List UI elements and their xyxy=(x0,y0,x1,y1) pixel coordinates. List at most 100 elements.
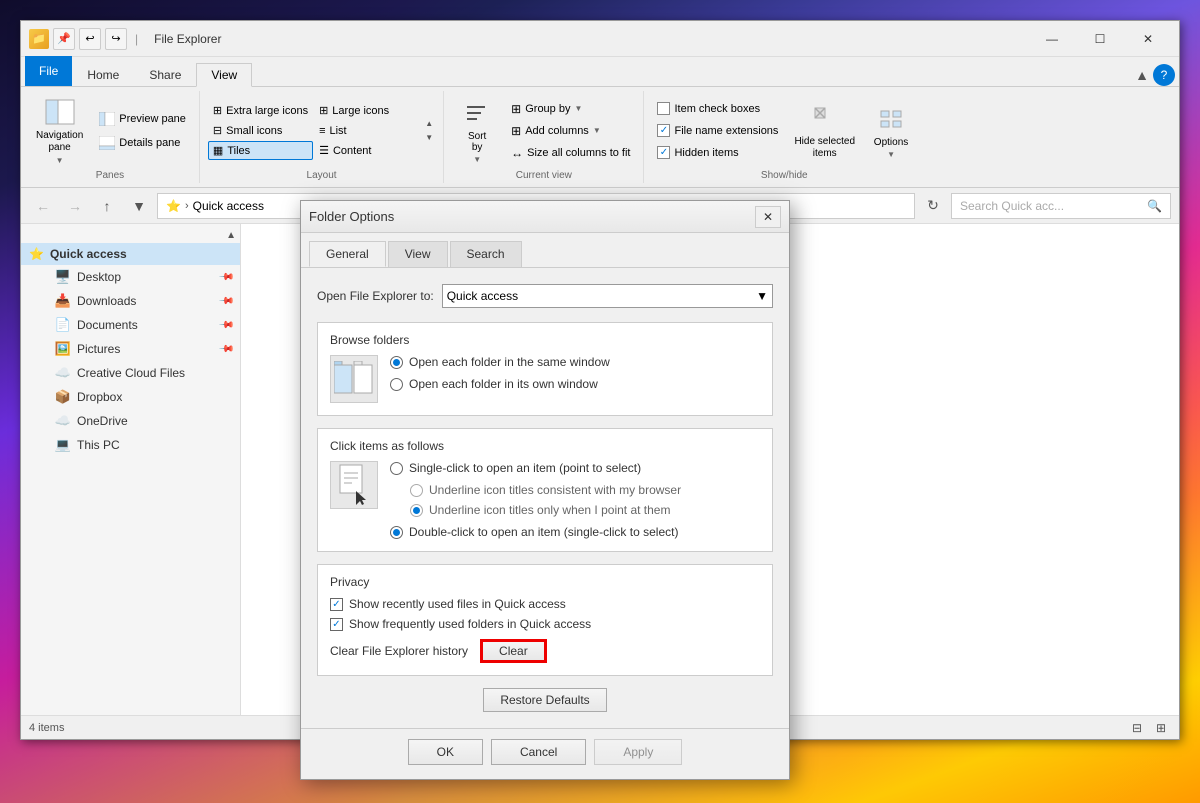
frequent-folders-checkbox[interactable] xyxy=(330,618,343,631)
hidden-items-checkbox xyxy=(657,146,670,159)
details-pane-btn[interactable]: Details pane xyxy=(94,132,185,154)
up-btn[interactable]: ↑ xyxy=(93,192,121,220)
double-click-option[interactable]: Double-click to open an item (single-cli… xyxy=(390,525,681,539)
browse-same-window-option[interactable]: Open each folder in the same window xyxy=(390,355,610,369)
browse-own-radio[interactable] xyxy=(390,378,403,391)
recent-btn[interactable]: ▼ xyxy=(125,192,153,220)
window-title: File Explorer xyxy=(154,32,221,46)
search-bar[interactable]: Search Quick acc... 🔍 xyxy=(951,193,1171,219)
pictures-pin: 📌 xyxy=(217,341,234,358)
list-icon: ≡ xyxy=(319,125,325,137)
list-btn[interactable]: ≡ List xyxy=(314,121,419,140)
small-icons-btn[interactable]: ⊟ Small icons xyxy=(208,121,313,140)
extra-large-icons-btn[interactable]: ⊞ Extra large icons xyxy=(208,101,313,120)
address-path: Quick access xyxy=(193,199,264,213)
sort-by-btn[interactable]: Sortby ▼ xyxy=(452,92,502,169)
minimize-button[interactable]: — xyxy=(1029,24,1075,54)
file-name-ext-checkbox xyxy=(657,124,670,137)
open-explorer-select[interactable]: Quick access ▼ xyxy=(442,284,773,308)
hide-selected-btn[interactable]: Hide selecteditems xyxy=(787,97,862,165)
tab-home[interactable]: Home xyxy=(72,63,134,87)
sidebar-item-onedrive[interactable]: ☁️ OneDrive xyxy=(21,409,240,433)
downloads-pin: 📌 xyxy=(217,293,234,310)
single-click-radio[interactable] xyxy=(390,462,403,475)
title-bar: 📁 📌 ↩ ↪ | File Explorer — ☐ ✕ xyxy=(21,21,1179,57)
ribbon-tabs: File Home Share View ▲ ? xyxy=(21,57,1179,87)
size-all-columns-btn[interactable]: ↔ Size all columns to fit xyxy=(506,143,635,163)
group-by-btn[interactable]: ⊞ Group by ▼ xyxy=(506,99,635,119)
preview-pane-label: Preview pane xyxy=(119,113,186,125)
tab-share[interactable]: Share xyxy=(134,63,196,87)
navigation-pane-btn[interactable]: Navigationpane ▼ xyxy=(29,91,90,170)
back-btn[interactable]: ← xyxy=(29,192,57,220)
recent-files-checkbox[interactable] xyxy=(330,598,343,611)
content-btn[interactable]: ☰ Content xyxy=(314,141,419,160)
sidebar-item-this-pc[interactable]: 💻 This PC xyxy=(21,433,240,457)
browse-same-radio[interactable] xyxy=(390,356,403,369)
add-columns-btn[interactable]: ⊞ Add columns ▼ xyxy=(506,121,635,141)
large-icons-view-btn[interactable]: ⊞ xyxy=(1151,718,1171,738)
apply-btn[interactable]: Apply xyxy=(594,739,682,765)
creative-cloud-icon: ☁️ xyxy=(55,365,71,381)
sidebar-item-creative-cloud[interactable]: ☁️ Creative Cloud Files xyxy=(21,361,240,385)
clear-btn[interactable]: Clear xyxy=(480,639,547,663)
sidebar-item-documents[interactable]: 📄 Documents 📌 xyxy=(21,313,240,337)
single-click-option[interactable]: Single-click to open an item (point to s… xyxy=(390,461,681,475)
dialog-tab-view[interactable]: View xyxy=(388,241,448,267)
creative-cloud-label: Creative Cloud Files xyxy=(77,366,185,380)
file-name-extensions-btn[interactable]: File name extensions xyxy=(652,121,783,140)
sidebar-item-pictures[interactable]: 🖼️ Pictures 📌 xyxy=(21,337,240,361)
underline-browser-radio[interactable] xyxy=(410,484,423,497)
underline-point-option[interactable]: Underline icon titles only when I point … xyxy=(410,503,681,517)
dialog-tab-search[interactable]: Search xyxy=(450,241,522,267)
tab-file[interactable]: File xyxy=(25,56,72,86)
ribbon-collapse-btn[interactable]: ▲ xyxy=(1135,67,1149,83)
options-btn[interactable]: Options ▼ xyxy=(866,98,916,164)
underline-browser-option[interactable]: Underline icon titles consistent with my… xyxy=(410,483,681,497)
layout-scroll-up[interactable]: ▲ xyxy=(425,117,433,131)
layout-scroll-down[interactable]: ▼ xyxy=(425,131,433,145)
show-hide-label: Show/hide xyxy=(761,170,808,183)
restore-defaults-btn[interactable]: Restore Defaults xyxy=(483,688,606,712)
close-button[interactable]: ✕ xyxy=(1125,24,1171,54)
preview-pane-btn[interactable]: Preview pane xyxy=(94,108,191,130)
layout-label: Layout xyxy=(307,170,337,183)
large-icons-btn[interactable]: ⊞ Large icons xyxy=(314,101,419,120)
details-view-btn[interactable]: ⊟ xyxy=(1127,718,1147,738)
show-hide-content: Item check boxes File name extensions Hi… xyxy=(652,91,916,170)
underline-point-radio[interactable] xyxy=(410,504,423,517)
sidebar-item-dropbox[interactable]: 📦 Dropbox xyxy=(21,385,240,409)
dialog-close-btn[interactable]: ✕ xyxy=(755,206,781,228)
ok-btn[interactable]: OK xyxy=(408,739,483,765)
options-icon xyxy=(875,103,907,135)
redo-tb-btn[interactable]: ↪ xyxy=(105,28,127,50)
refresh-btn[interactable]: ↻ xyxy=(919,192,947,220)
quick-access-label: Quick access xyxy=(50,247,127,261)
cancel-btn[interactable]: Cancel xyxy=(491,739,586,765)
this-pc-label: This PC xyxy=(77,438,120,452)
click-options: Single-click to open an item (point to s… xyxy=(390,461,681,539)
click-items-content: Single-click to open an item (point to s… xyxy=(330,461,760,539)
panes-label: Panes xyxy=(96,170,124,183)
sidebar-collapse-btn[interactable]: ▲ xyxy=(226,230,236,241)
forward-btn[interactable]: → xyxy=(61,192,89,220)
maximize-button[interactable]: ☐ xyxy=(1077,24,1123,54)
tiles-btn[interactable]: ▦ Tiles xyxy=(208,141,313,160)
tab-view[interactable]: View xyxy=(196,63,252,87)
sidebar-item-quick-access[interactable]: ⭐ Quick access xyxy=(21,243,240,265)
item-checkboxes-btn[interactable]: Item check boxes xyxy=(652,99,783,118)
dialog-tab-general[interactable]: General xyxy=(309,241,386,267)
browse-own-window-option[interactable]: Open each folder in its own window xyxy=(390,377,610,391)
add-columns-icon: ⊞ xyxy=(511,124,521,138)
nav-pane-dropdown-arrow: ▼ xyxy=(56,156,64,165)
double-click-radio[interactable] xyxy=(390,526,403,539)
sidebar-item-downloads[interactable]: 📥 Downloads 📌 xyxy=(21,289,240,313)
hidden-items-btn[interactable]: Hidden items xyxy=(652,143,783,162)
undo-tb-btn[interactable]: ↩ xyxy=(79,28,101,50)
quick-access-tb-btn[interactable]: 📌 xyxy=(53,28,75,50)
help-button[interactable]: ? xyxy=(1153,64,1175,86)
sidebar-item-desktop[interactable]: 🖥️ Desktop 📌 xyxy=(21,265,240,289)
dialog-footer: OK Cancel Apply xyxy=(301,728,789,779)
frequent-folders-check-row[interactable]: Show frequently used folders in Quick ac… xyxy=(330,617,760,631)
recent-files-check-row[interactable]: Show recently used files in Quick access xyxy=(330,597,760,611)
